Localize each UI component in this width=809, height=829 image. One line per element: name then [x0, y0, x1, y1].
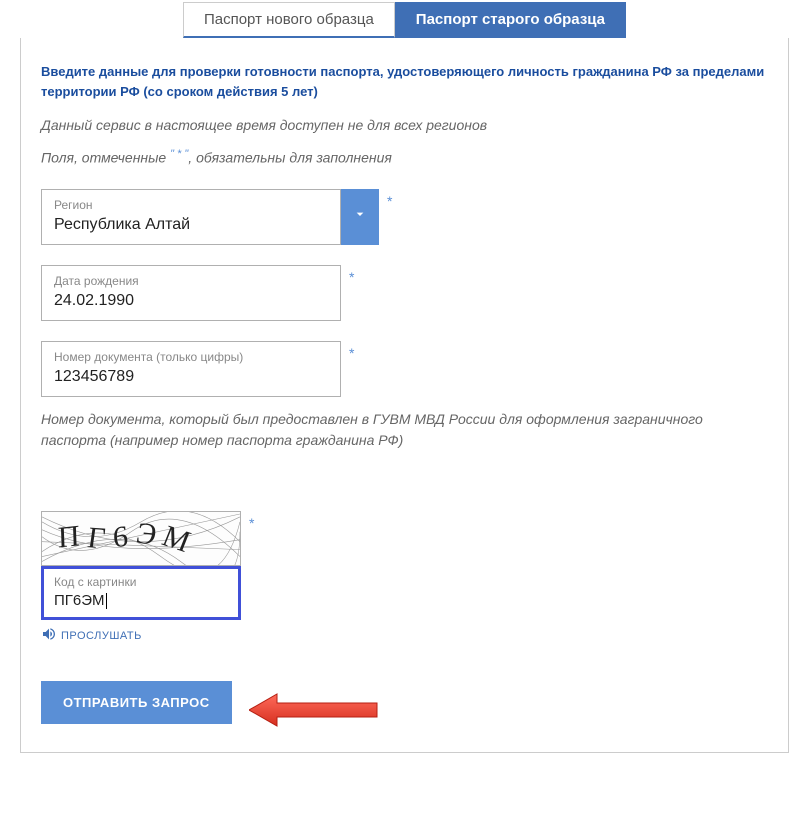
docnum-input[interactable]: Номер документа (только цифры) 123456789 — [41, 341, 341, 397]
submit-button[interactable]: ОТПРАВИТЬ ЗАПРОС — [41, 681, 232, 724]
captcha-listen-label: ПРОСЛУШАТЬ — [61, 630, 142, 642]
captcha-image: ПГ6ЭМ — [41, 511, 241, 566]
docnum-help-text: Номер документа, который был предоставле… — [41, 409, 761, 451]
region-label: Регион — [54, 198, 328, 212]
required-asterisk: * — [387, 193, 392, 209]
captcha-input[interactable]: Код с картинки ПГ6ЭМ — [41, 566, 241, 620]
docnum-label: Номер документа (только цифры) — [54, 350, 328, 364]
required-asterisk: * — [249, 515, 254, 531]
intro-note-availability: Данный сервис в настоящее время доступен… — [41, 115, 768, 136]
intro-note-required: Поля, отмеченные " * ", обязательны для … — [41, 146, 768, 169]
dob-field-wrap: Дата рождения 24.02.1990 * — [41, 265, 768, 321]
captcha-input-value: ПГ6ЭМ — [54, 592, 228, 609]
region-dropdown-toggle[interactable] — [341, 189, 379, 245]
chevron-down-icon — [352, 206, 368, 227]
text-cursor — [106, 593, 107, 609]
tab-new-passport[interactable]: Паспорт нового образца — [183, 2, 395, 38]
attention-arrow-icon — [249, 690, 379, 730]
intro-heading: Введите данные для проверки готовности п… — [41, 62, 768, 101]
captcha-glyphs: ПГ6ЭМ — [57, 520, 200, 554]
captcha-listen-button[interactable]: ПРОСЛУШАТЬ — [41, 626, 768, 647]
intro-required-post: , обязательны для заполнения — [188, 150, 392, 166]
captcha-input-label: Код с картинки — [54, 575, 228, 589]
docnum-field-wrap: Номер документа (только цифры) 123456789… — [41, 341, 768, 397]
region-field-wrap: Регион Республика Алтай * — [41, 189, 768, 245]
required-asterisk: * — [349, 269, 354, 285]
intro-required-pre: Поля, отмеченные — [41, 150, 170, 166]
tab-bar: Паспорт нового образца Паспорт старого о… — [0, 0, 809, 38]
captcha-block: ПГ6ЭМ * Код с картинки ПГ6ЭМ ПРОСЛУШАТЬ — [41, 511, 768, 647]
region-select[interactable]: Регион Республика Алтай — [41, 189, 341, 245]
dob-input[interactable]: Дата рождения 24.02.1990 — [41, 265, 341, 321]
required-asterisk-inline: " * " — [170, 148, 188, 160]
docnum-value: 123456789 — [54, 368, 328, 386]
dob-value: 24.02.1990 — [54, 292, 328, 310]
required-asterisk: * — [349, 345, 354, 361]
form-container: Введите данные для проверки готовности п… — [20, 38, 789, 753]
dob-label: Дата рождения — [54, 274, 328, 288]
speaker-icon — [41, 626, 57, 647]
tab-old-passport[interactable]: Паспорт старого образца — [395, 2, 626, 38]
region-value: Республика Алтай — [54, 216, 328, 234]
